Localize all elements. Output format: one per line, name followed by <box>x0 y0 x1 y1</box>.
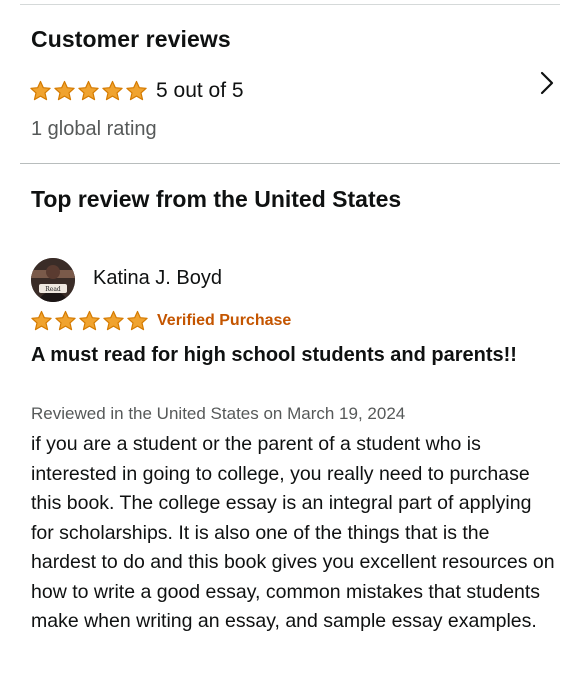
reviewer-name[interactable]: Katina J. Boyd <box>93 267 222 290</box>
star-icon <box>102 310 125 332</box>
star-icon <box>78 310 101 332</box>
star-icon <box>101 80 124 102</box>
reviewer-profile[interactable]: Read Katina J. Boyd <box>31 258 222 302</box>
section-divider <box>20 163 560 164</box>
star-icon <box>53 80 76 102</box>
star-icon <box>77 80 100 102</box>
svg-text:Read: Read <box>45 286 61 293</box>
star-icon <box>125 80 148 102</box>
review-star-rating <box>30 310 149 332</box>
summary-star-rating <box>29 80 148 102</box>
star-icon <box>54 310 77 332</box>
star-icon <box>126 310 149 332</box>
verified-purchase-badge: Verified Purchase <box>157 312 292 329</box>
global-rating-count: 1 global rating <box>31 118 157 140</box>
rating-summary-text: 5 out of 5 <box>156 79 244 102</box>
star-icon <box>30 310 53 332</box>
review-title[interactable]: A must read for high school students and… <box>31 341 531 370</box>
star-icon <box>29 80 52 102</box>
avatar[interactable]: Read <box>31 258 75 302</box>
section-title: Customer reviews <box>31 26 231 52</box>
top-review-heading: Top review from the United States <box>31 186 402 212</box>
review-date: Reviewed in the United States on March 1… <box>31 404 406 423</box>
review-body: if you are a student or the parent of a … <box>31 433 555 632</box>
chevron-right-icon[interactable] <box>537 70 557 96</box>
review-rating-row: Verified Purchase <box>30 308 291 334</box>
rating-summary-row[interactable]: 5 out of 5 <box>29 76 559 106</box>
top-divider <box>20 4 560 5</box>
customer-reviews-panel: Customer reviews 5 out of 5 1 global rat… <box>0 0 581 679</box>
